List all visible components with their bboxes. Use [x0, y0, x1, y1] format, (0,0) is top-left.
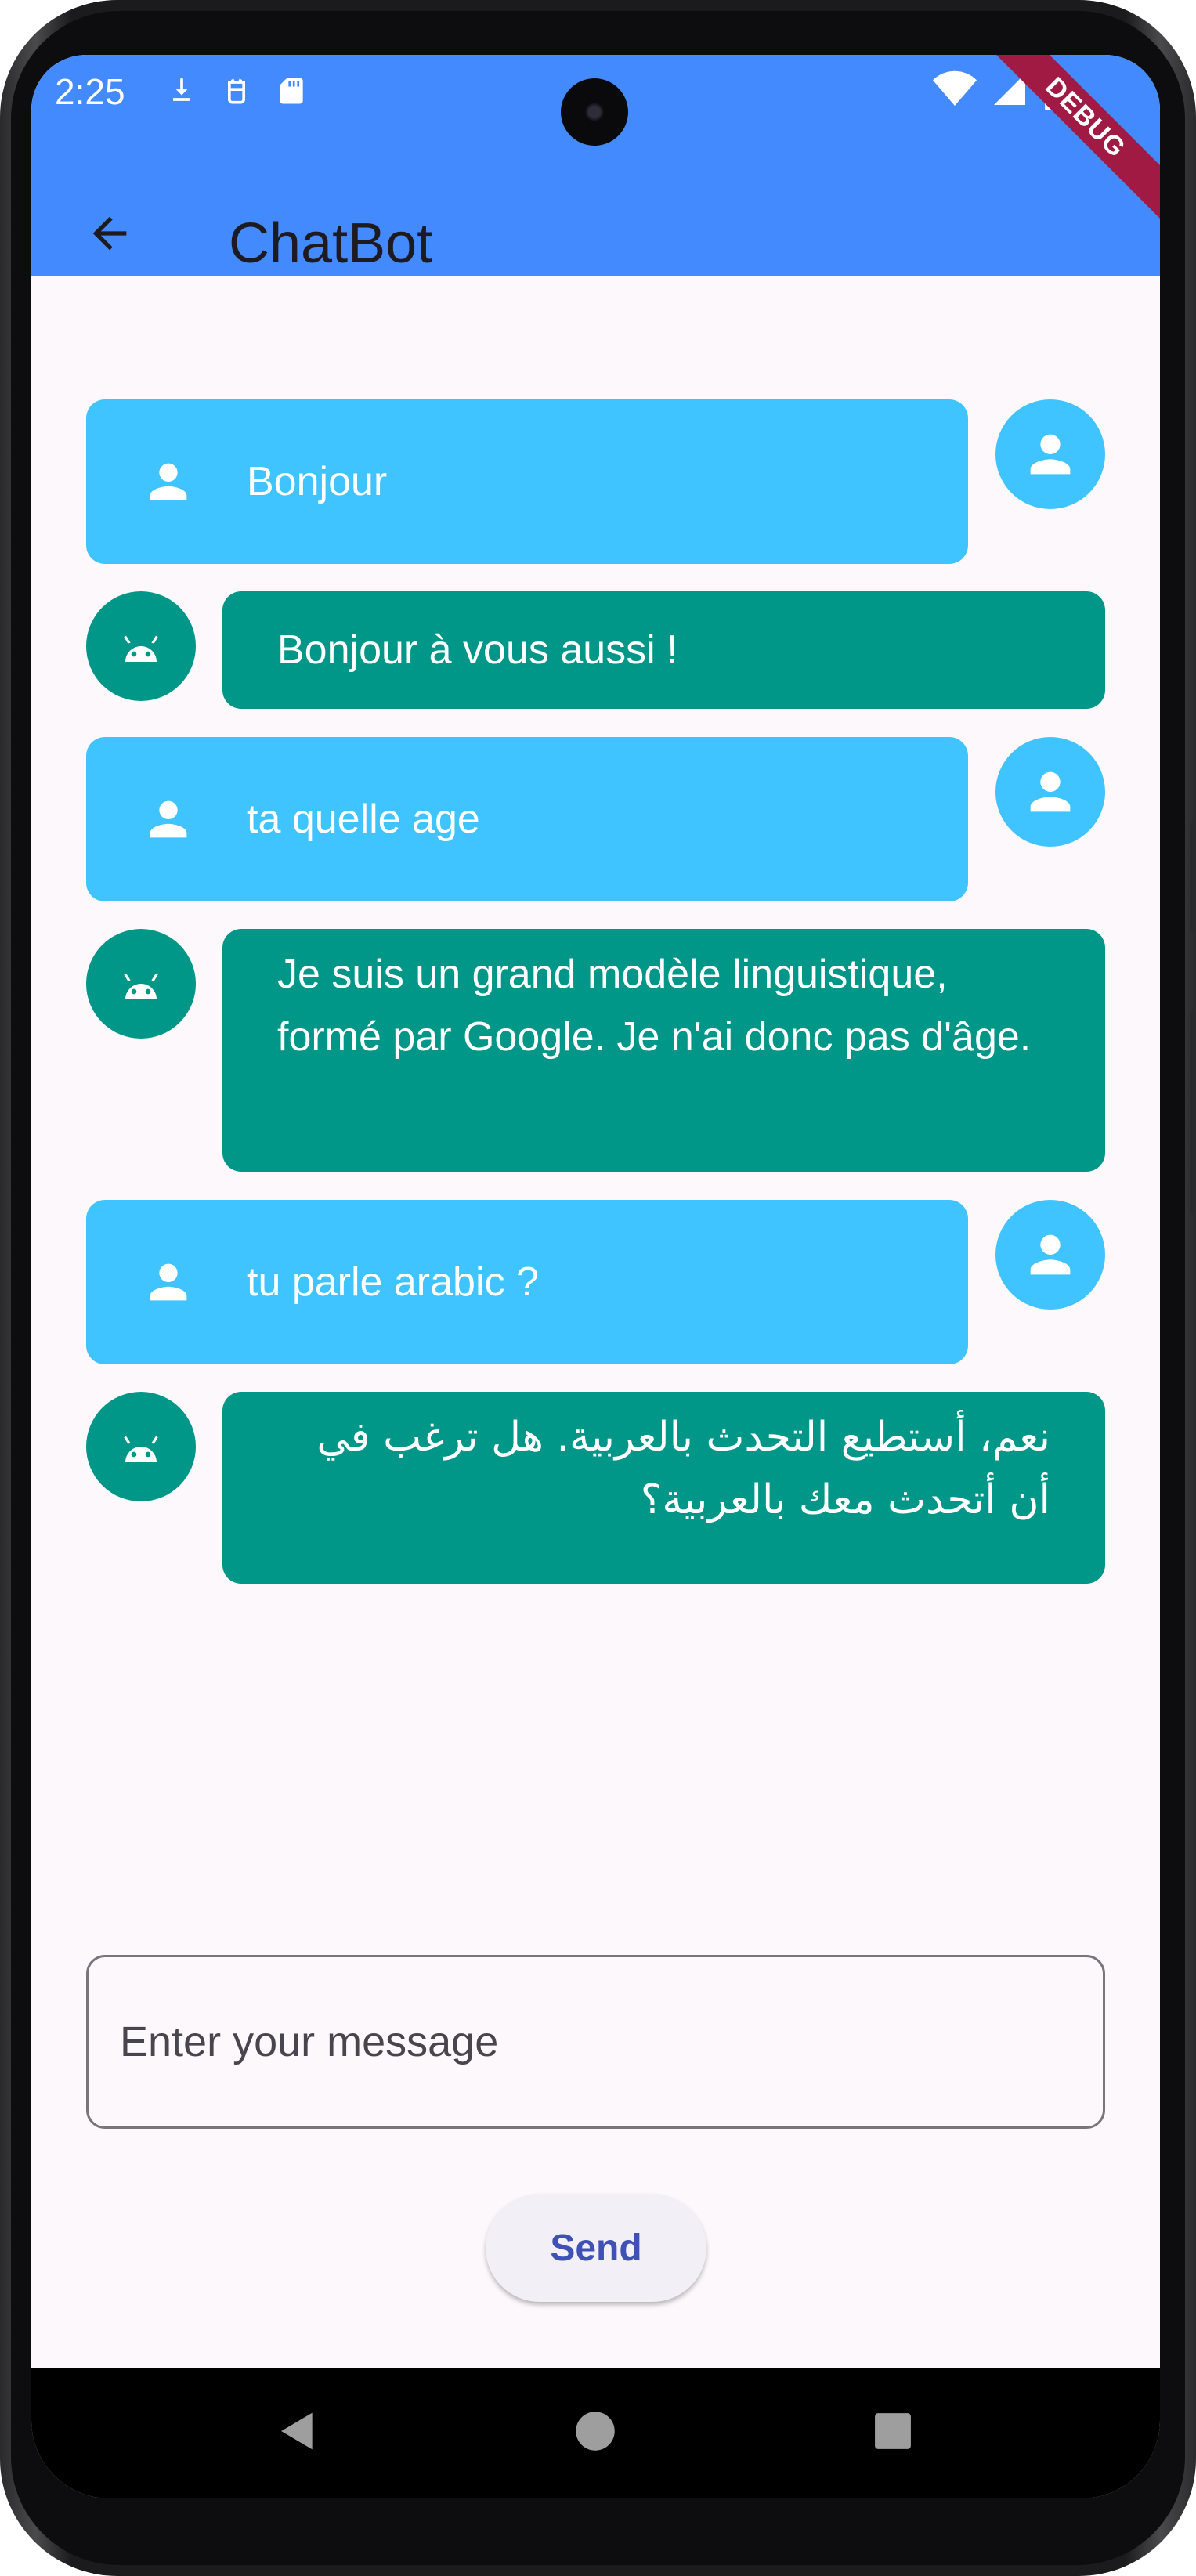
message-text: Je suis un grand modèle linguistique, fo…: [277, 952, 1032, 1060]
nav-back-button[interactable]: [266, 2400, 329, 2462]
wifi-icon: [933, 70, 977, 106]
send-button[interactable]: Send: [486, 2194, 706, 2302]
message-row-bot: Bonjour à vous aussi !: [86, 591, 1105, 709]
message-row-user: Bonjour: [86, 399, 1105, 564]
device-screen: 2:25 DEBUG ChatBot Bonjour Bonjour à vou…: [31, 55, 1160, 2498]
home-circle-icon: [576, 2412, 615, 2451]
message-text: نعم، أستطيع التحدث بالعربية. هل ترغب في …: [316, 1414, 1050, 1523]
message-row-user: tu parle arabic ?: [86, 1200, 1105, 1364]
message-row-user: ta quelle age: [86, 737, 1105, 901]
system-nav-bar: [31, 2368, 1160, 2498]
user-avatar: [995, 1200, 1105, 1310]
message-text: Bonjour à vous aussi !: [277, 627, 678, 673]
person-icon: [150, 800, 187, 838]
user-avatar: [995, 399, 1105, 509]
bot-avatar: [86, 591, 196, 701]
message-row-bot: Je suis un grand modèle linguistique, fo…: [86, 929, 1105, 1172]
android-icon: [124, 635, 158, 662]
person-icon: [150, 1263, 187, 1301]
message-input-field[interactable]: [86, 1955, 1105, 2129]
status-notification-icons: [164, 72, 309, 110]
back-triangle-icon: [281, 2412, 313, 2450]
user-message-bubble: ta quelle age: [86, 737, 968, 901]
bot-message-bubble: Je suis un grand modèle linguistique, fo…: [222, 929, 1105, 1172]
bot-message-bubble: Bonjour à vous aussi !: [222, 591, 1105, 709]
app-bar: 2:25 DEBUG ChatBot: [31, 55, 1160, 276]
bot-avatar: [86, 929, 196, 1039]
recents-square-icon: [875, 2413, 911, 2449]
power-button: [1190, 1010, 1196, 1214]
user-message-bubble: Bonjour: [86, 399, 968, 564]
user-message-bubble: tu parle arabic ?: [86, 1200, 968, 1364]
message-text: tu parle arabic ?: [247, 1259, 539, 1305]
person-icon: [1030, 1234, 1071, 1275]
bug-icon: [228, 78, 245, 104]
message-row-bot: نعم، أستطيع التحدث بالعربية. هل ترغب في …: [86, 1392, 1105, 1584]
user-avatar: [995, 737, 1105, 847]
android-icon: [124, 973, 158, 999]
android-icon: [124, 1436, 158, 1462]
message-input[interactable]: [89, 1957, 1103, 2126]
sd-card-icon: [280, 78, 303, 104]
back-button[interactable]: [78, 202, 141, 265]
nav-recents-button[interactable]: [862, 2400, 924, 2462]
message-text: Bonjour: [247, 459, 388, 504]
person-icon: [1030, 771, 1071, 812]
person-icon: [1030, 434, 1071, 475]
nav-home-button[interactable]: [564, 2400, 627, 2462]
volume-button: [1190, 822, 1196, 932]
person-icon: [150, 463, 187, 500]
download-icon: [173, 78, 190, 101]
front-camera: [561, 78, 628, 146]
bot-avatar: [86, 1392, 196, 1501]
bot-message-bubble: نعم، أستطيع التحدث بالعربية. هل ترغب في …: [222, 1392, 1105, 1584]
phone-frame: 2:25 DEBUG ChatBot Bonjour Bonjour à vou…: [0, 0, 1196, 2576]
status-time: 2:25: [55, 71, 125, 112]
page-title: ChatBot: [229, 212, 433, 275]
message-text: ta quelle age: [247, 797, 480, 842]
arrow-back-icon: [92, 216, 127, 251]
